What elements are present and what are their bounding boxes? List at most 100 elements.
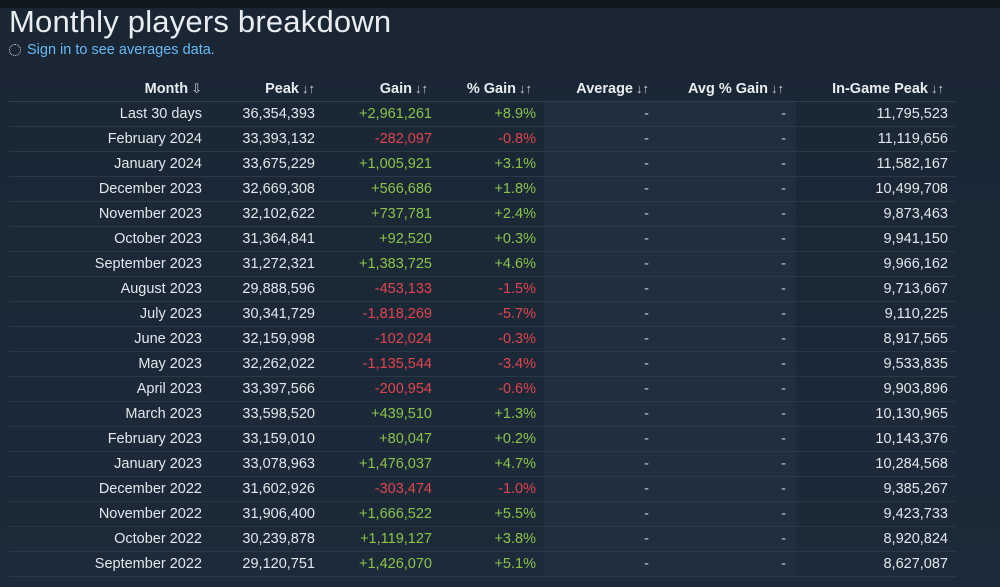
gain-cell: +566,686 [327,176,440,202]
ingame-peak-cell: 9,385,267 [796,476,956,502]
ingame-peak-cell: 11,582,167 [796,151,956,177]
column-header-peak[interactable]: Peak ↓↑ [214,76,327,102]
peak-cell: 31,602,926 [214,476,327,502]
avg-gain-pct-cell: - [661,401,796,427]
peak-cell: 33,393,132 [214,126,327,152]
gain-cell: -1,135,544 [327,351,440,377]
gain-cell: +1,119,127 [327,526,440,552]
average-cell: - [544,501,661,527]
column-header-gain-pct[interactable]: % Gain ↓↑ [440,76,544,102]
average-cell: - [544,276,661,302]
table-header-row: Month ⇩ Peak ↓↑ Gain ↓↑ % Gain ↓↑ Average ↓↑ … [9,76,956,102]
table-row: November 2023 32,102,622 +737,781 +2.4% - -9,… [9,201,956,227]
ingame-peak-cell: 9,533,835 [796,351,956,377]
average-cell: - [544,176,661,202]
column-header-label: % Gain [466,80,516,97]
month-cell: January 2024 [9,151,214,177]
month-cell: July 2023 [9,301,214,327]
average-cell: - [544,326,661,352]
average-cell: - [544,101,661,127]
avg-gain-pct-cell: - [661,476,796,502]
gain-pct-cell: +4.7% [440,451,544,477]
avg-gain-pct-cell: - [661,501,796,527]
sign-in-link[interactable]: Sign in to see averages data. [9,42,215,58]
month-cell: March 2023 [9,401,214,427]
gain-cell: +439,510 [327,401,440,427]
ingame-peak-cell: 8,627,087 [796,551,956,577]
column-header-gain[interactable]: Gain ↓↑ [327,76,440,102]
peak-cell: 36,354,393 [214,101,327,127]
month-cell: January 2023 [9,451,214,477]
peak-cell: 30,239,878 [214,526,327,552]
ingame-peak-cell: 9,941,150 [796,226,956,252]
average-cell: - [544,451,661,477]
sort-icon: ↓↑ [771,80,784,96]
avg-gain-pct-cell: - [661,426,796,452]
gain-pct-cell: +3.1% [440,151,544,177]
avg-gain-pct-cell: - [661,226,796,252]
month-cell: May 2023 [9,351,214,377]
average-cell: - [544,301,661,327]
sort-icon: ↓↑ [519,80,532,96]
column-header-ingame-peak[interactable]: In-Game Peak ↓↑ [796,76,956,102]
table-row: May 2023 32,262,022 -1,135,544 -3.4% - -9,533… [9,351,956,377]
column-header-month[interactable]: Month ⇩ [9,76,214,102]
avg-gain-pct-cell: - [661,551,796,577]
average-cell: - [544,151,661,177]
ingame-peak-cell: 11,795,523 [796,101,956,127]
month-cell: December 2022 [9,476,214,502]
gain-cell: +737,781 [327,201,440,227]
sign-in-text[interactable]: Sign in to see averages data. [27,42,215,58]
month-cell: December 2023 [9,176,214,202]
ingame-peak-cell: 9,713,667 [796,276,956,302]
peak-cell: 33,159,010 [214,426,327,452]
table-row: April 2023 33,397,566 -200,954 -0.6% - -9,903… [9,376,956,402]
average-cell: - [544,401,661,427]
sort-icon: ↓↑ [415,80,428,96]
peak-cell: 33,397,566 [214,376,327,402]
month-cell: September 2023 [9,251,214,277]
gain-pct-cell: -0.3% [440,326,544,352]
avg-gain-pct-cell: - [661,101,796,127]
gain-pct-cell: -0.6% [440,376,544,402]
gain-cell: -102,024 [327,326,440,352]
gain-pct-cell: -1.5% [440,276,544,302]
gain-cell: -1,818,269 [327,301,440,327]
ingame-peak-cell: 9,873,463 [796,201,956,227]
month-cell: November 2023 [9,201,214,227]
gain-pct-cell: -3.4% [440,351,544,377]
ingame-peak-cell: 10,130,965 [796,401,956,427]
gain-pct-cell: +0.2% [440,426,544,452]
ingame-peak-cell: 9,110,225 [796,301,956,327]
column-header-avg-gain-pct[interactable]: Avg % Gain ↓↑ [661,76,796,102]
peak-cell: 31,272,321 [214,251,327,277]
gain-cell: +1,383,725 [327,251,440,277]
ingame-peak-cell: 11,119,656 [796,126,956,152]
column-header-label: In-Game Peak [832,80,928,97]
table-body: Last 30 days 36,354,393 +2,961,261 +8.9% - -1… [9,101,956,577]
column-header-label: Gain [379,80,412,97]
month-cell: Last 30 days [9,101,214,127]
gain-cell: +1,666,522 [327,501,440,527]
gain-cell: -303,474 [327,476,440,502]
ingame-peak-cell: 9,423,733 [796,501,956,527]
peak-cell: 32,102,622 [214,201,327,227]
month-cell: February 2024 [9,126,214,152]
table-row: June 2023 32,159,998 -102,024 -0.3% - -8,917,… [9,326,956,352]
table-row: January 2023 33,078,963 +1,476,037 +4.7% - -1… [9,451,956,477]
month-cell: November 2022 [9,501,214,527]
month-cell: June 2023 [9,326,214,352]
peak-cell: 33,598,520 [214,401,327,427]
ingame-peak-cell: 9,903,896 [796,376,956,402]
monthly-breakdown-table-container: Month ⇩ Peak ↓↑ Gain ↓↑ % Gain ↓↑ Average ↓↑ … [9,76,956,577]
table-row: October 2022 30,239,878 +1,119,127 +3.8% - -8… [9,526,956,552]
table-row: July 2023 30,341,729 -1,818,269 -5.7% - -9,11… [9,301,956,327]
table-row: November 2022 31,906,400 +1,666,522 +5.5% - -… [9,501,956,527]
table-row: February 2024 33,393,132 -282,097 -0.8% - -11… [9,126,956,152]
average-cell: - [544,376,661,402]
gain-pct-cell: +5.5% [440,501,544,527]
peak-cell: 30,341,729 [214,301,327,327]
peak-cell: 33,078,963 [214,451,327,477]
column-header-average[interactable]: Average ↓↑ [544,76,661,102]
peak-cell: 31,364,841 [214,226,327,252]
